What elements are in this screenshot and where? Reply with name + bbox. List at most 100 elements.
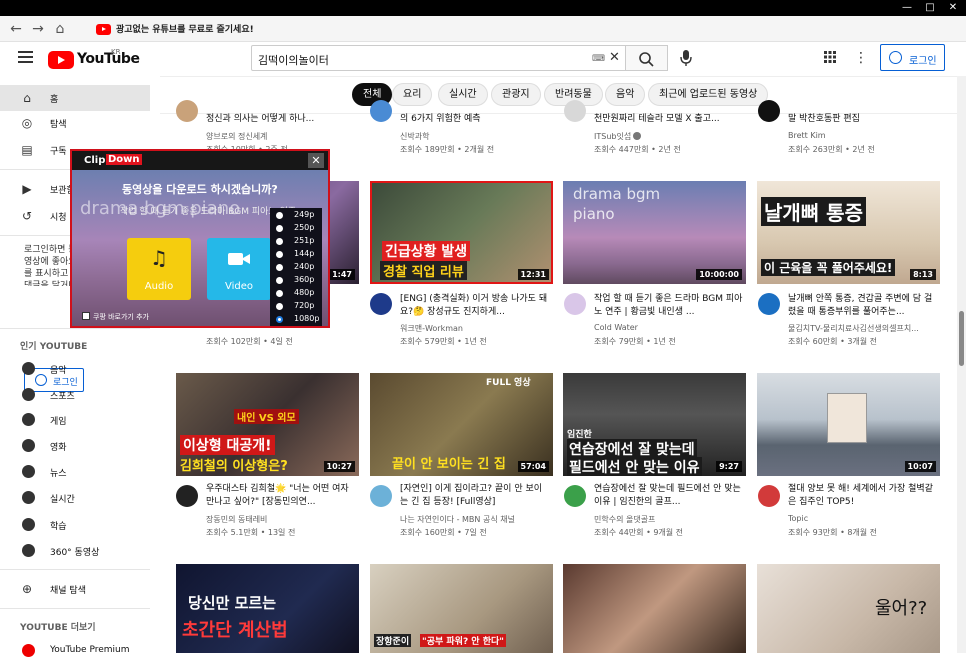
video-thumbnail[interactable]: 10:07 xyxy=(757,373,940,476)
channel-avatar[interactable] xyxy=(564,485,586,507)
resolution-option-selected[interactable]: 1080p xyxy=(276,314,322,326)
sidebar-item-premium[interactable]: YouTube Premium xyxy=(0,638,150,664)
resolution-option[interactable]: 240p xyxy=(276,262,322,274)
sidebar-item-learning[interactable]: 학습 xyxy=(0,512,150,538)
video-title[interactable]: 작업 할 때 듣기 좋은 드라마 BGM 피아노 연주 | 황금빛 내인생 ..… xyxy=(594,293,744,319)
radio-button[interactable] xyxy=(276,290,283,297)
ad-banner-text[interactable]: 광고없는 유튜브를 무료로 즐기세요! xyxy=(116,22,254,35)
video-title[interactable]: [ENG] (충격실화) 이거 방송 나가도 돼요?🤔 장성규도 진지하게... xyxy=(400,293,550,319)
chip-music[interactable]: 음악 xyxy=(605,83,646,106)
video-title[interactable]: 날개뼈 안쪽 통증, 견갑골 주변에 담 걸렸을 때 통증부위를 풀어주는... xyxy=(788,293,938,319)
channel-avatar[interactable] xyxy=(176,485,198,507)
video-title[interactable]: 연습장에선 잘 맞는데 필드에선 안 맞는 이유 | 임진한의 골프... xyxy=(594,483,744,509)
video-thumbnail[interactable]: 울어?? xyxy=(757,564,940,653)
chip-tourism[interactable]: 관광지 xyxy=(491,83,541,106)
shortcut-option[interactable]: 쿠팡 바로가기 추가 xyxy=(82,312,149,322)
channel-avatar[interactable] xyxy=(758,100,780,122)
channel-avatar[interactable] xyxy=(564,100,586,122)
video-title[interactable]: 천만원짜리 테슬라 모델 X 출고... xyxy=(594,113,744,126)
sidebar-item-home[interactable]: ⌂ 홈 xyxy=(0,85,150,111)
video-thumbnail[interactable]: FULL 영상 끝이 안 보이는 긴 집 57:04 xyxy=(370,373,553,476)
video-title[interactable]: 절대 양보 못 해! 세계에서 가장 철벽같은 집주인 TOP5! xyxy=(788,483,938,509)
resolution-option[interactable]: 251p xyxy=(276,236,322,248)
checkbox[interactable] xyxy=(82,312,90,320)
audio-download-button[interactable]: ♫ Audio xyxy=(127,238,191,300)
radio-button-selected[interactable] xyxy=(276,316,283,323)
channel-name[interactable]: Brett Kim xyxy=(788,131,826,140)
menu-icon[interactable] xyxy=(18,51,33,63)
youtube-logo-text[interactable]: YouTube xyxy=(77,51,140,67)
video-thumbnail[interactable]: drama bgm piano 10:00:00 xyxy=(563,181,746,284)
search-button[interactable] xyxy=(626,45,668,71)
more-vert-icon[interactable]: ⋮ xyxy=(854,50,868,66)
scrollbar-thumb[interactable] xyxy=(959,311,964,366)
chip-recently-uploaded[interactable]: 최근에 업로드된 동영상 xyxy=(648,83,769,106)
channel-name[interactable]: 물김치TV-물리치료사김선생의셀프치... xyxy=(788,323,928,334)
sidebar-item-live[interactable]: 실시간 xyxy=(0,485,150,511)
radio-button[interactable] xyxy=(276,303,283,310)
channel-name[interactable]: 워크맨-Workman xyxy=(400,323,463,334)
sidebar-item-music[interactable]: 음악 xyxy=(0,356,150,382)
maximize-button[interactable]: □ xyxy=(919,0,941,16)
video-thumbnail[interactable]: 장항준이 "공부 파워? 안 한다" xyxy=(370,564,553,653)
radio-button[interactable] xyxy=(276,264,283,271)
video-title[interactable]: 정신과 의사는 어떻게 하나... xyxy=(206,113,356,126)
sidebar-item-movies[interactable]: 영화 xyxy=(0,433,150,459)
video-thumbnail[interactable]: 당신만 모르는 초간단 계산법 xyxy=(176,564,359,653)
channel-name[interactable]: Topic xyxy=(788,514,808,523)
channel-name[interactable]: 민학수의 올댓골프 xyxy=(594,514,655,525)
channel-name[interactable]: 신박과학 xyxy=(400,131,429,142)
search-input[interactable]: 김떡이의놀이터 ⌨ ✕ xyxy=(251,45,626,71)
video-title[interactable]: 의 6가지 위험한 예측 xyxy=(400,113,550,126)
back-arrow-icon[interactable]: ← xyxy=(6,19,26,39)
resolution-option[interactable]: 480p xyxy=(276,288,322,300)
resolution-option[interactable]: 249p xyxy=(276,210,322,222)
sidebar-item-sports[interactable]: 스포츠 xyxy=(0,382,150,408)
forward-arrow-icon[interactable]: → xyxy=(28,19,48,39)
channel-avatar[interactable] xyxy=(176,100,198,122)
video-thumbnail[interactable]: 내인 VS 외모 이상형 대공개! 김희철의 이상형은? 10:27 xyxy=(176,373,359,476)
sidebar-item-news[interactable]: 뉴스 xyxy=(0,459,150,485)
video-thumbnail[interactable] xyxy=(563,564,746,653)
close-icon[interactable]: ✕ xyxy=(308,153,324,168)
video-thumbnail[interactable]: 임진한 연습장에선 잘 맞는데 필드에선 안 맞는 이유 9:27 xyxy=(563,373,746,476)
clear-search-icon[interactable]: ✕ xyxy=(609,50,620,65)
radio-button[interactable] xyxy=(276,225,283,232)
scrollbar[interactable] xyxy=(957,76,966,653)
sidebar-item-explore[interactable]: ◎ 탐색 xyxy=(0,110,150,136)
minimize-button[interactable]: — xyxy=(896,0,918,16)
sidebar-item-360[interactable]: 360° 동영상 xyxy=(0,538,150,564)
radio-button[interactable] xyxy=(276,251,283,258)
youtube-logo-icon[interactable] xyxy=(48,51,74,69)
channel-name[interactable]: ITSub잇섭 xyxy=(594,131,642,142)
resolution-option[interactable]: 360p xyxy=(276,275,322,287)
video-title[interactable]: 말 박찬호동판 편집 xyxy=(788,113,938,126)
channel-avatar[interactable] xyxy=(370,485,392,507)
keyboard-icon[interactable]: ⌨ xyxy=(592,54,605,64)
resolution-option[interactable]: 250p xyxy=(276,223,322,235)
resolution-option[interactable]: 720p xyxy=(276,301,322,313)
channel-name[interactable]: 양브로의 정신세계 xyxy=(206,131,267,142)
video-thumbnail[interactable]: 긴급상황 발생 경찰 직업 리뷰 12:31 xyxy=(370,181,553,284)
channel-name[interactable]: Cold Water xyxy=(594,323,638,332)
channel-name[interactable]: 장동민의 동태레비 xyxy=(206,514,267,525)
video-title[interactable]: 우주대스타 김희철🌟 "너는 어떤 여자 만나고 싶어?" [장동민의연... xyxy=(206,483,356,509)
radio-button[interactable] xyxy=(276,277,283,284)
radio-button[interactable] xyxy=(276,212,283,219)
channel-avatar[interactable] xyxy=(758,293,780,315)
home-icon[interactable]: ⌂ xyxy=(50,19,70,39)
channel-name[interactable]: 나는 자연인이다 - MBN 공식 채널 xyxy=(400,514,515,525)
sidebar-item-gaming[interactable]: 게임 xyxy=(0,407,150,433)
channel-avatar[interactable] xyxy=(758,485,780,507)
channel-avatar[interactable] xyxy=(564,293,586,315)
apps-grid-icon[interactable] xyxy=(823,50,837,64)
sidebar-item-browse-channels[interactable]: ⊕ 채널 탐색 xyxy=(0,576,150,602)
channel-avatar[interactable] xyxy=(370,100,392,122)
radio-button[interactable] xyxy=(276,238,283,245)
resolution-option[interactable]: 144p xyxy=(276,249,322,261)
video-title[interactable]: [자연인] 이게 집이라고? 끝이 안 보이는 긴 집 등장! [Full영상] xyxy=(400,483,550,509)
video-thumbnail[interactable]: 날개뼈 통증 이 근육을 꼭 풀어주세요! 8:13 xyxy=(757,181,940,284)
signin-button[interactable]: 로그인 xyxy=(880,44,945,71)
close-window-button[interactable]: ✕ xyxy=(942,0,964,16)
channel-avatar[interactable] xyxy=(370,293,392,315)
